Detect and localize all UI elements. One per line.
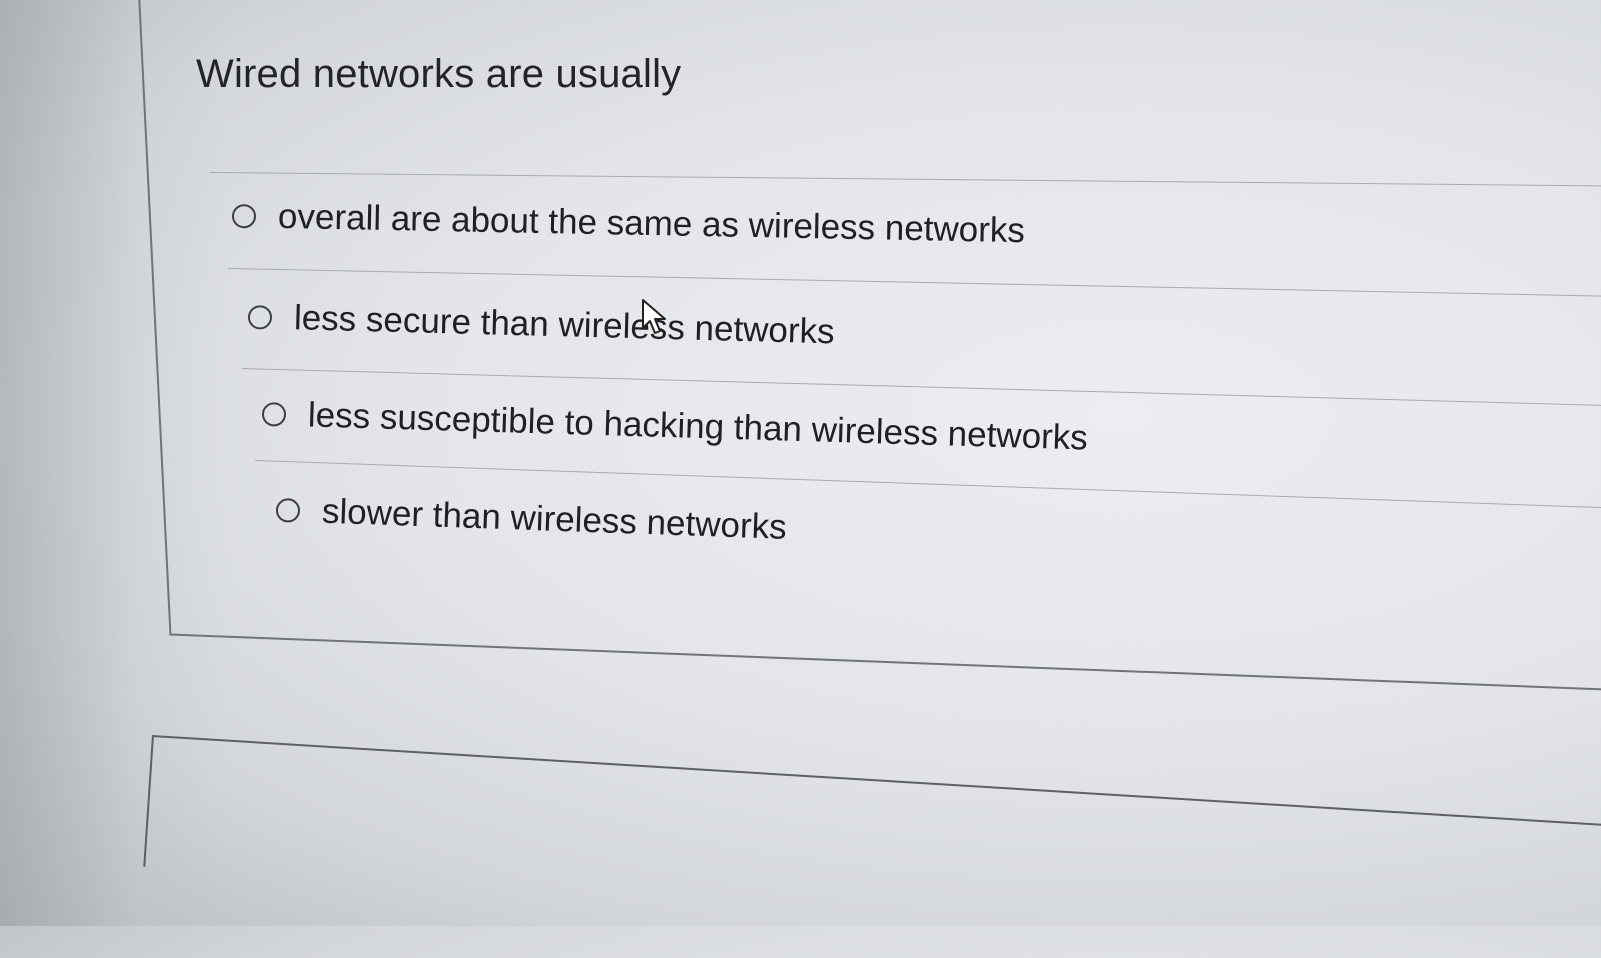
next-question-panel xyxy=(143,735,1601,958)
radio-empty-icon[interactable] xyxy=(247,305,273,330)
radio-empty-icon[interactable] xyxy=(275,498,301,523)
radio-empty-icon[interactable] xyxy=(231,204,257,229)
radio-empty-icon[interactable] xyxy=(261,402,287,427)
question-panel xyxy=(138,0,1601,694)
question-text: Wired networks are usually xyxy=(196,52,682,96)
